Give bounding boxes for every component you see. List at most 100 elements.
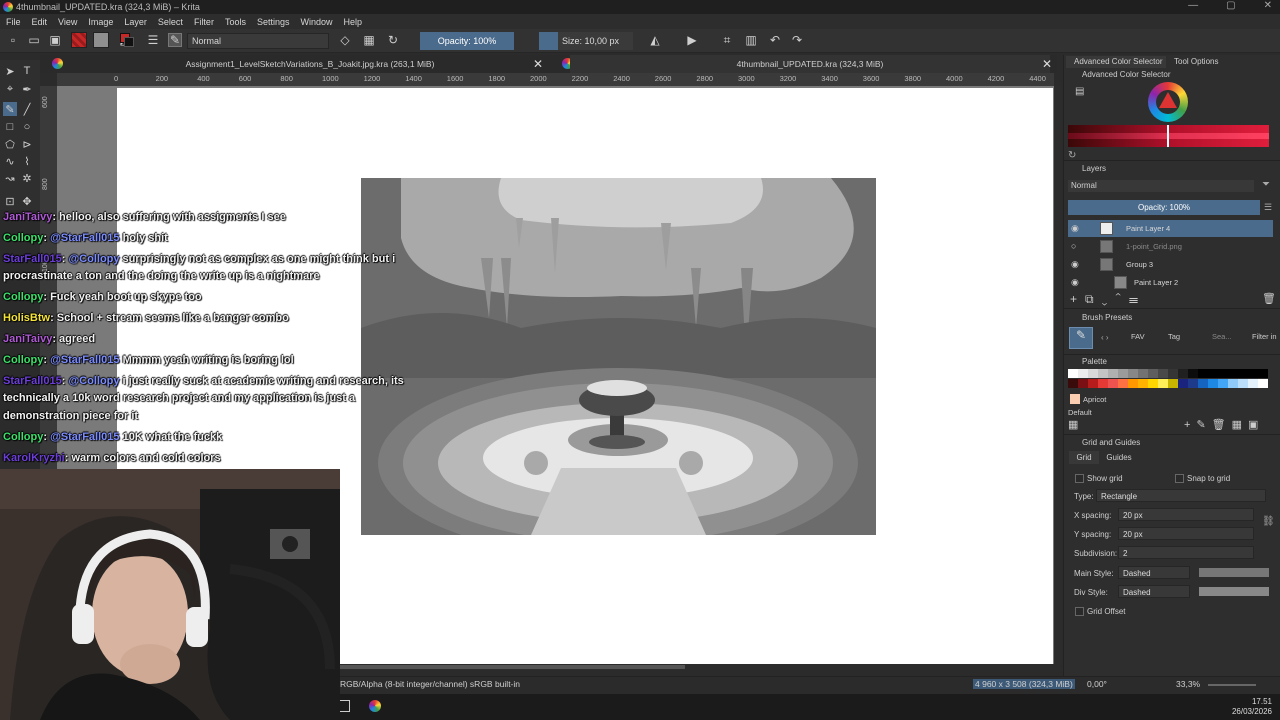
snap-grid-checkbox[interactable] xyxy=(1175,474,1184,483)
subdivision-field[interactable]: 2 xyxy=(1118,546,1254,559)
palette-swatch[interactable] xyxy=(1188,379,1198,388)
close-icon[interactable]: ✕ xyxy=(1264,0,1272,11)
palette-save-icon[interactable]: ▣ xyxy=(1248,419,1264,431)
polyline-tool-icon[interactable]: ⊳ xyxy=(20,137,34,151)
transform-tool-icon[interactable]: ⊡ xyxy=(3,194,17,208)
move-down-icon[interactable]: ⌄ xyxy=(1102,292,1116,306)
eye-icon[interactable]: ◉ xyxy=(1071,220,1079,237)
layer-opacity-slider[interactable]: Opacity: 100% xyxy=(1068,200,1260,215)
palette-swatch[interactable] xyxy=(1238,369,1248,378)
menu-view[interactable]: View xyxy=(58,17,77,27)
palette-swatch[interactable] xyxy=(1178,379,1188,388)
maximize-icon[interactable]: ▢ xyxy=(1226,0,1235,11)
size-slider[interactable]: Size: 10,00 px xyxy=(539,32,633,50)
palette-swatch[interactable] xyxy=(1068,379,1078,388)
painting-artwork[interactable] xyxy=(361,178,876,535)
palette-swatch[interactable] xyxy=(1068,369,1078,378)
palette-swatch[interactable] xyxy=(1158,369,1168,378)
close-tab-icon[interactable]: ✕ xyxy=(533,57,543,71)
preset-search[interactable]: Sea... xyxy=(1212,332,1232,341)
edit-swatch-icon[interactable]: ✎ xyxy=(1196,419,1211,431)
calligraphy-icon[interactable]: ✒ xyxy=(20,82,34,96)
vertical-scrollbar[interactable] xyxy=(1054,86,1062,664)
palette-swatch[interactable] xyxy=(1238,379,1248,388)
eye-icon[interactable]: ◉ xyxy=(1071,274,1079,291)
rotation-label[interactable]: 0,00° xyxy=(1087,679,1107,689)
layer-menu-icon[interactable]: ☰ xyxy=(1264,202,1272,213)
undo-icon[interactable]: ↶ xyxy=(768,33,782,47)
palette-swatch[interactable] xyxy=(1248,369,1258,378)
palette-swatch[interactable] xyxy=(1148,369,1158,378)
div-color-swatch[interactable] xyxy=(1199,587,1269,596)
menu-edit[interactable]: Edit xyxy=(32,17,48,27)
link-spacing-icon[interactable]: ⛓ xyxy=(1262,516,1275,527)
palette-swatch[interactable] xyxy=(1158,379,1168,388)
y-spacing-field[interactable]: 20 px xyxy=(1118,527,1254,540)
color-swap-icon[interactable] xyxy=(120,33,134,47)
save-icon[interactable]: ▣ xyxy=(48,33,62,47)
palette-swatch[interactable] xyxy=(1208,379,1218,388)
select-shapes-icon[interactable]: ➤ xyxy=(3,64,17,78)
palette-swatch[interactable] xyxy=(1088,369,1098,378)
palette-swatch[interactable] xyxy=(1218,379,1228,388)
palette-swatch[interactable] xyxy=(1108,369,1118,378)
brush-preset-icon[interactable]: ✎ xyxy=(168,33,182,47)
tab-advanced-color-selector[interactable]: Advanced Color Selector xyxy=(1066,56,1166,68)
ellipse-tool-icon[interactable]: ○ xyxy=(20,120,34,134)
tab-4thumbnail[interactable]: 4thumbnail_UPDATED.kra (324,3 MiB) xyxy=(570,55,1050,73)
zoom-label[interactable]: 33,3% xyxy=(1176,679,1200,689)
palette-swatch[interactable] xyxy=(1178,369,1188,378)
palette-swatch[interactable] xyxy=(1128,369,1138,378)
palette-table-icon[interactable]: ▦ xyxy=(1232,419,1248,431)
freehand-brush-icon[interactable]: ✎ xyxy=(3,102,17,116)
tab-grid[interactable]: Grid xyxy=(1069,451,1099,464)
menu-window[interactable]: Window xyxy=(300,17,332,27)
palette-swatch[interactable] xyxy=(1078,379,1088,388)
menu-image[interactable]: Image xyxy=(88,17,113,27)
palette-swatch[interactable] xyxy=(1168,369,1178,378)
palette-swatch[interactable] xyxy=(1258,369,1268,378)
main-color-swatch[interactable] xyxy=(1199,568,1269,577)
color-wheel[interactable] xyxy=(1148,82,1188,122)
foreground-gradient-swatch[interactable] xyxy=(71,32,87,48)
delete-swatch-icon[interactable]: 🗑 xyxy=(1212,419,1232,431)
move-tool-icon[interactable]: ✥ xyxy=(20,194,34,208)
palette-swatch[interactable] xyxy=(1228,379,1238,388)
scroll-thumb[interactable] xyxy=(340,665,685,669)
new-document-icon[interactable]: ▫ xyxy=(6,33,20,47)
mirror-horizontal-icon[interactable]: ◭ xyxy=(648,33,662,47)
krita-taskbar-icon[interactable] xyxy=(369,700,381,712)
redo-icon[interactable]: ↷ xyxy=(790,33,804,47)
menu-file[interactable]: File xyxy=(6,17,21,27)
palette-grid[interactable] xyxy=(1068,369,1268,389)
palette-swatch[interactable] xyxy=(1128,379,1138,388)
layer-blend-select[interactable]: Normal xyxy=(1068,180,1254,192)
bezier-tool-icon[interactable]: ∿ xyxy=(3,154,17,168)
layer-row[interactable]: ◉ Paint Layer 4 xyxy=(1068,220,1273,237)
text-tool-icon[interactable]: T xyxy=(20,64,34,78)
eye-off-icon[interactable]: ○ xyxy=(1071,238,1076,255)
brush-preset-thumb[interactable]: ✎ xyxy=(1069,327,1093,349)
rectangle-tool-icon[interactable]: □ xyxy=(3,120,17,134)
add-layer-icon[interactable]: + xyxy=(1070,292,1085,306)
freehand-path-icon[interactable]: ⌇ xyxy=(20,154,34,168)
palette-swatch[interactable] xyxy=(1198,369,1208,378)
color-strip[interactable] xyxy=(1068,125,1269,147)
tab-tool-options[interactable]: Tool Options xyxy=(1170,56,1230,68)
dynamic-brush-icon[interactable]: ↝ xyxy=(3,171,17,185)
wrap-around-icon[interactable]: ▥ xyxy=(744,33,758,47)
palette-swatch[interactable] xyxy=(1228,369,1238,378)
zoom-slider[interactable] xyxy=(1208,684,1256,686)
palette-swatch[interactable] xyxy=(1148,379,1158,388)
palette-swatch[interactable] xyxy=(1088,379,1098,388)
palette-swatch[interactable] xyxy=(1098,379,1108,388)
move-up-icon[interactable]: ⌃ xyxy=(1115,292,1129,306)
polygon-tool-icon[interactable]: ⬠ xyxy=(3,137,17,151)
palette-swatch[interactable] xyxy=(1198,379,1208,388)
palette-swatch[interactable] xyxy=(1258,379,1268,388)
menu-settings[interactable]: Settings xyxy=(257,17,290,27)
palette-swatch[interactable] xyxy=(1218,369,1228,378)
menu-layer[interactable]: Layer xyxy=(124,17,147,27)
grid-type-select[interactable]: Rectangle xyxy=(1096,489,1266,502)
brush-settings-icon[interactable]: ☰ xyxy=(146,33,160,47)
